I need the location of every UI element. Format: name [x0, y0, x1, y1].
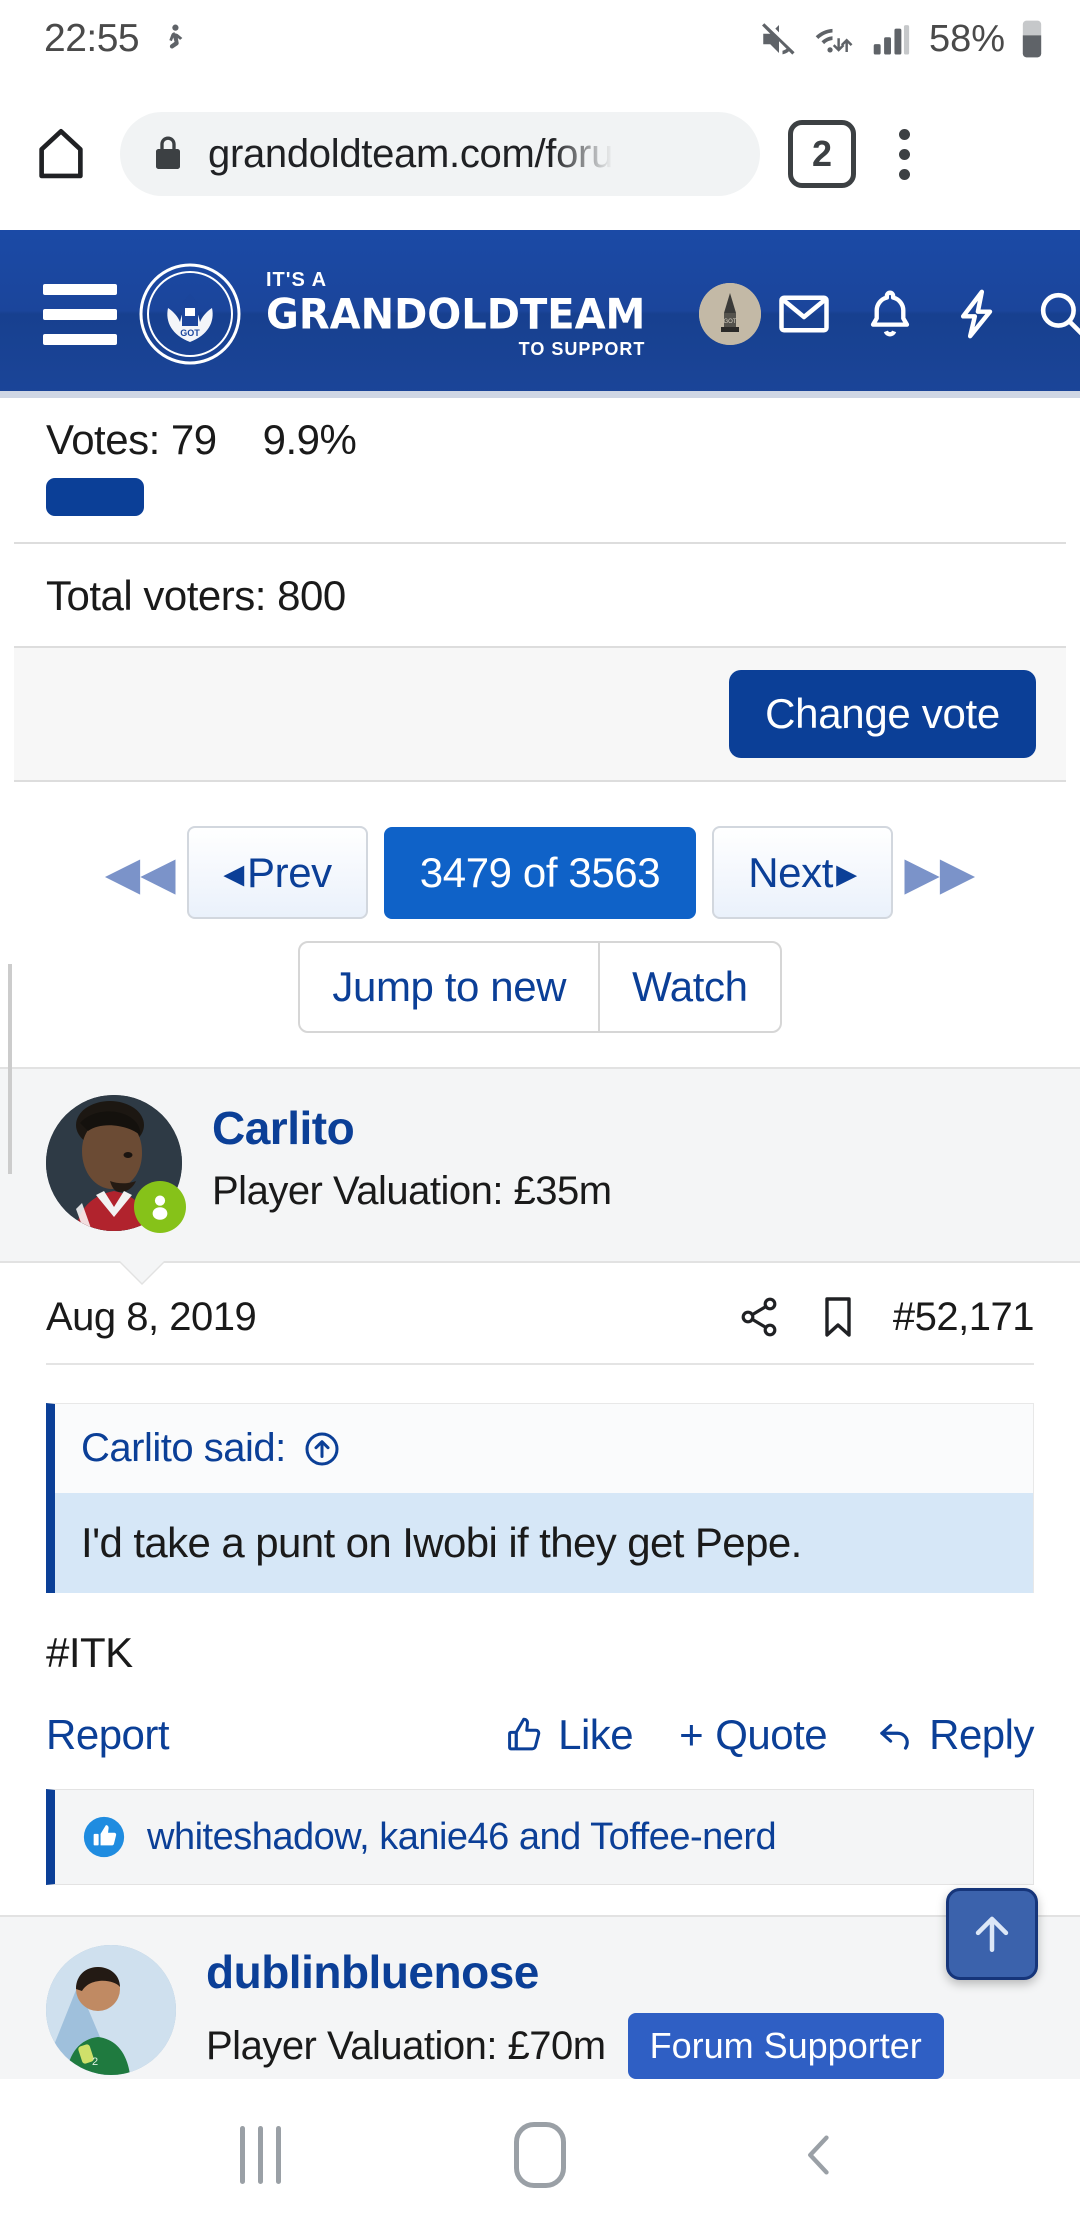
- post-author-title: Player Valuation: £35m: [212, 1169, 612, 1213]
- quote-label: Quote: [715, 1711, 828, 1758]
- share-icon[interactable]: [735, 1293, 783, 1341]
- site-crest-logo[interactable]: GOT: [138, 262, 242, 366]
- post-header-caret: [118, 1259, 166, 1283]
- first-page-icon[interactable]: ◀◀: [101, 846, 179, 900]
- cellular-signal-icon: [872, 18, 910, 60]
- report-button[interactable]: Report: [46, 1711, 170, 1759]
- arrow-up-icon: [965, 1907, 1019, 1961]
- next-page-button[interactable]: Next ▸: [712, 826, 893, 919]
- poll-percent-label: 9.9%: [262, 416, 357, 463]
- hamburger-menu-icon[interactable]: [30, 283, 126, 345]
- battery-icon: [1018, 17, 1046, 61]
- wifi-icon: [813, 18, 859, 60]
- next-post-author-title: Player Valuation: £70m: [206, 2023, 606, 2068]
- post-author-header: Carlito Player Valuation: £35m: [0, 1069, 1080, 1283]
- online-status-icon: [134, 1181, 186, 1233]
- poll-total-voters: Total voters: 800: [46, 572, 346, 619]
- phone-screen: 22:55 58% grandoldteam.com/foru 2 GOT IT…: [0, 0, 1080, 2220]
- status-bar: 22:55 58%: [0, 0, 1080, 78]
- user-avatar[interactable]: GOT: [699, 283, 762, 345]
- jump-to-new-button[interactable]: Jump to new: [300, 943, 598, 1031]
- home-icon[interactable]: [22, 115, 100, 193]
- like-label: Like: [558, 1711, 634, 1758]
- poll-action-strip: Change vote: [14, 646, 1066, 782]
- whats-new-bolt-icon[interactable]: [933, 271, 1019, 357]
- next-post-header: 2 dublinbluenose Player Valuation: £70m …: [0, 1915, 1080, 2079]
- next-post-meta: dublinbluenose Player Valuation: £70m Fo…: [206, 1945, 944, 2079]
- poll-bar: [46, 478, 144, 516]
- reply-label: Reply: [929, 1711, 1034, 1758]
- quote-header: Carlito said:: [55, 1404, 1033, 1493]
- page-edge-shadow: [0, 398, 18, 2090]
- svg-text:GOT: GOT: [180, 328, 200, 338]
- status-bar-clock: 22:55: [44, 17, 140, 60]
- post-author-name[interactable]: Carlito: [212, 1101, 612, 1155]
- search-icon[interactable]: [1019, 271, 1080, 357]
- page-content: Votes: 79 9.9% Total voters: 800 Change v…: [0, 398, 1080, 2090]
- post-author-meta: Carlito Player Valuation: £35m: [212, 1095, 612, 1231]
- post-body: #ITK: [46, 1629, 133, 1676]
- scroll-to-top-button[interactable]: [946, 1888, 1038, 1980]
- divider: [46, 1363, 1034, 1365]
- person-walking-icon: [157, 19, 191, 59]
- last-page-icon[interactable]: ▶▶: [901, 846, 979, 900]
- like-button[interactable]: Like: [504, 1711, 634, 1759]
- url-text: grandoldteam.com/foru: [208, 131, 614, 176]
- bookmark-icon[interactable]: [817, 1293, 859, 1341]
- brand-line-2: GRANDOLDTEAM: [266, 290, 646, 340]
- home-icon[interactable]: [480, 2105, 600, 2205]
- brand-line-1: IT'S A: [266, 269, 328, 291]
- poll-votes-line: Votes: 79 9.9%: [46, 416, 1034, 464]
- avatar[interactable]: 2: [46, 1945, 176, 2075]
- quote-plus-icon: +: [679, 1711, 704, 1758]
- poll-votes-label: Votes: 79: [46, 416, 217, 463]
- post-date[interactable]: Aug 8, 2019: [46, 1295, 257, 1340]
- thread-tools-row: Jump to new Watch: [0, 941, 1080, 1033]
- mute-icon: [758, 18, 800, 60]
- status-bar-left: 22:55: [44, 17, 191, 61]
- back-icon[interactable]: [760, 2105, 880, 2205]
- post-article: Carlito Player Valuation: £35m Aug 8, 20…: [0, 1067, 1080, 1885]
- site-brand-text[interactable]: IT'S A GRANDOLDTEAM TO SUPPORT: [266, 270, 645, 358]
- reply-button[interactable]: Reply: [873, 1711, 1034, 1759]
- watch-button[interactable]: Watch: [598, 943, 779, 1031]
- status-bar-right: 58%: [758, 17, 1046, 61]
- poll-result-row: Votes: 79 9.9%: [0, 398, 1080, 516]
- quote-block: Carlito said: I'd take a punt on Iwobi i…: [46, 1403, 1034, 1593]
- url-bar[interactable]: grandoldteam.com/foru: [120, 112, 760, 196]
- change-vote-button[interactable]: Change vote: [729, 670, 1036, 758]
- android-navigation-bar: [0, 2090, 1080, 2220]
- svg-text:GOT: GOT: [724, 319, 737, 325]
- post-likes-bar[interactable]: whiteshadow, kanie46 and Toffee-nerd: [46, 1789, 1034, 1885]
- site-header: GOT IT'S A GRANDOLDTEAM TO SUPPORT GOT: [0, 230, 1080, 398]
- prev-page-button[interactable]: ◂ Prev: [187, 826, 368, 919]
- recents-icon[interactable]: [200, 2105, 320, 2205]
- quote-author-label: Carlito said:: [81, 1426, 286, 1470]
- post-number[interactable]: #52,171: [893, 1295, 1035, 1340]
- post-actions: Report Like + Quote Reply: [0, 1677, 1080, 1759]
- like-names[interactable]: whiteshadow, kanie46 and Toffee-nerd: [147, 1816, 777, 1859]
- thumbs-up-icon: [81, 1814, 127, 1860]
- battery-percent-label: 58%: [928, 17, 1005, 60]
- pagination: ◀◀ ◂ Prev 3479 of 3563 Next ▸ ▶▶: [0, 826, 1080, 919]
- current-page-indicator[interactable]: 3479 of 3563: [383, 826, 697, 919]
- tab-switcher-button[interactable]: 2: [788, 120, 856, 188]
- quote-text: I'd take a punt on Iwobi if they get Pep…: [55, 1493, 1033, 1593]
- alerts-bell-icon[interactable]: [847, 271, 933, 357]
- lock-icon: [150, 134, 186, 174]
- next-post-author-name[interactable]: dublinbluenose: [206, 1945, 944, 1999]
- svg-text:2: 2: [92, 2056, 98, 2068]
- overflow-menu-icon[interactable]: [868, 115, 940, 193]
- browser-toolbar: grandoldteam.com/foru 2: [0, 78, 1080, 230]
- forum-supporter-badge: Forum Supporter: [627, 2013, 944, 2079]
- quote-button[interactable]: + Quote: [679, 1711, 827, 1759]
- site-header-actions: [761, 271, 1080, 357]
- jump-to-quote-icon[interactable]: [302, 1429, 342, 1469]
- brand-line-3: TO SUPPORT: [518, 339, 646, 359]
- inbox-icon[interactable]: [761, 271, 847, 357]
